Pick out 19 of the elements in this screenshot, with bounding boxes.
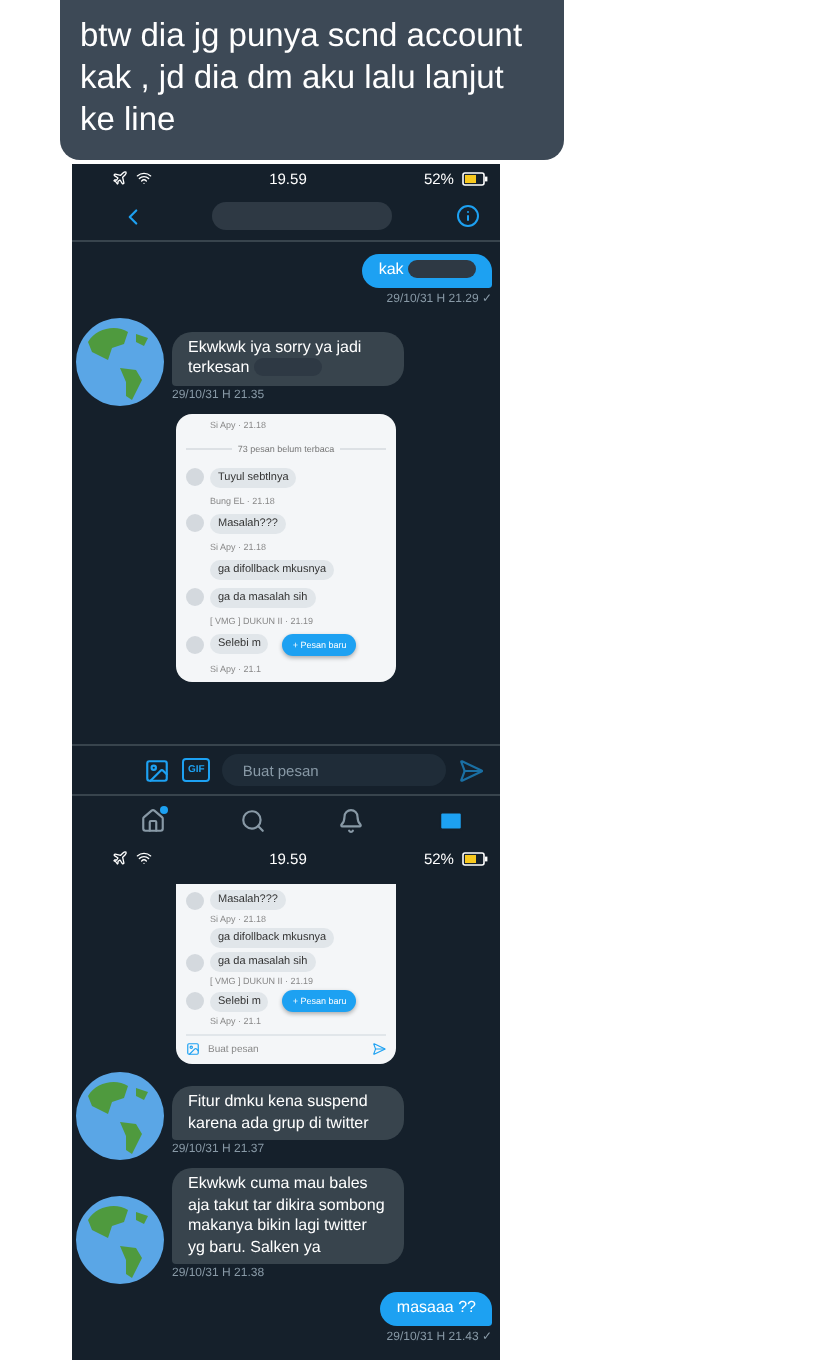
globe-avatar-icon xyxy=(76,1196,164,1284)
wifi-icon xyxy=(136,850,152,866)
airplane-icon xyxy=(112,170,128,186)
globe-avatar-icon xyxy=(76,1072,164,1160)
message-bubble: kak xyxy=(362,254,492,287)
airplane-icon xyxy=(112,850,128,866)
battery-icon xyxy=(461,171,488,185)
image-icon[interactable] xyxy=(144,757,170,783)
send-icon[interactable] xyxy=(458,757,484,783)
message-bubble: Ekwkwk iya sorry ya jadi terkesan xyxy=(172,331,404,385)
caption-text: btw dia jg punya scnd account kak , jd dia dm aku lalu lanjut ke line xyxy=(60,0,564,160)
globe-avatar-icon xyxy=(76,317,164,405)
wifi-icon xyxy=(136,170,152,186)
message-bubble: masaaa ?? xyxy=(380,1292,492,1325)
home-icon[interactable] xyxy=(136,803,171,837)
info-icon[interactable] xyxy=(456,204,480,228)
message-bubble: Fitur dmku kena suspend karena ada grup di twitter xyxy=(172,1086,404,1140)
battery-icon xyxy=(461,851,488,865)
message-bubble: Ekwkwk cuma mau bales aja takut tar dikira sombong makanya bikin lagi twitter yg baru. Salken ya xyxy=(172,1168,404,1264)
